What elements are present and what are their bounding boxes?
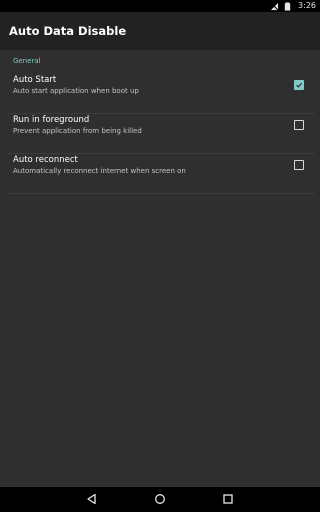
auto-reconnect-checkbox[interactable] bbox=[294, 160, 304, 170]
preferences-screen: General Auto Start Auto start applicatio… bbox=[0, 50, 320, 487]
auto-start-checkbox[interactable] bbox=[294, 80, 304, 90]
page-title: Auto Data Disable bbox=[9, 24, 127, 38]
status-time: 3:26 bbox=[298, 1, 316, 10]
app-bar: Auto Data Disable bbox=[0, 12, 320, 50]
pref-auto-reconnect[interactable]: Auto reconnect Automatically reconnect i… bbox=[6, 155, 315, 194]
pref-summary: Automatically reconnect internet when sc… bbox=[13, 167, 186, 175]
pref-title: Auto reconnect bbox=[13, 155, 78, 165]
run-in-foreground-checkbox[interactable] bbox=[294, 120, 304, 130]
status-bar: 3:26 bbox=[0, 0, 320, 12]
home-icon[interactable] bbox=[153, 492, 167, 506]
section-header-general: General bbox=[13, 57, 41, 65]
pref-auto-start[interactable]: Auto Start Auto start application when b… bbox=[6, 75, 315, 114]
checkmark-icon bbox=[296, 82, 302, 88]
pref-run-in-foreground[interactable]: Run in foreground Prevent application fr… bbox=[6, 115, 315, 154]
back-icon[interactable] bbox=[85, 492, 99, 506]
pref-title: Run in foreground bbox=[13, 115, 90, 125]
pref-summary: Auto start application when boot up bbox=[13, 87, 139, 95]
pref-title: Auto Start bbox=[13, 75, 57, 85]
recents-icon[interactable] bbox=[221, 492, 235, 506]
pref-summary: Prevent application from being killed bbox=[13, 127, 142, 135]
signal-off-icon bbox=[270, 2, 279, 10]
battery-icon bbox=[284, 1, 291, 11]
navigation-bar bbox=[0, 487, 320, 512]
